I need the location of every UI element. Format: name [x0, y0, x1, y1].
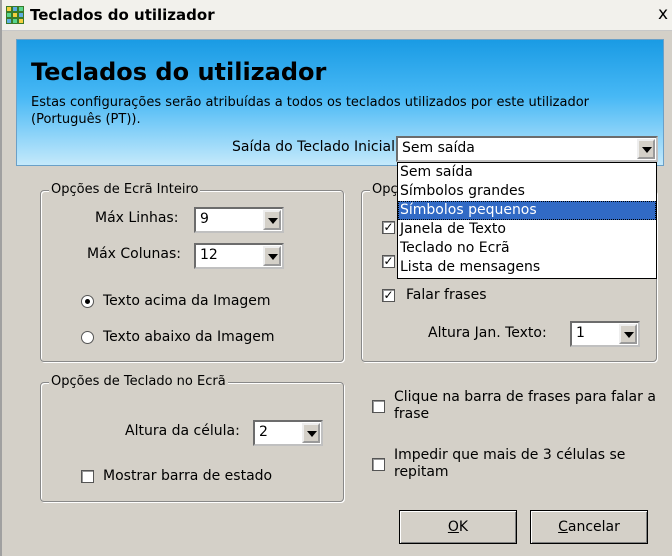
output-select[interactable]: Sem saída: [396, 136, 658, 162]
radio-text-below[interactable]: [81, 331, 94, 344]
text-height-value: 1: [576, 325, 585, 341]
text-window-checkbox-2[interactable]: ✓: [382, 255, 395, 268]
output-dropdown-list: Sem saída Símbolos grandes Símbolos pequ…: [397, 162, 657, 279]
dialog-window: Teclados do utilizador x Teclados do uti…: [0, 0, 672, 556]
max-rows-label: Máx Linhas:: [95, 210, 179, 226]
dropdown-option-highlighted[interactable]: Símbolos pequenos: [398, 201, 656, 220]
max-rows-value: 9: [200, 211, 209, 227]
window-title: Teclados do utilizador: [30, 6, 215, 24]
onscreen-keyboard-group: Opções de Teclado no Ecrã Altura da célu…: [40, 374, 344, 502]
header-title: Teclados do utilizador: [31, 58, 327, 86]
onscreen-legend: Opções de Teclado no Ecrã: [49, 374, 228, 389]
max-cols-label: Máx Colunas:: [87, 246, 181, 262]
dropdown-arrow-icon[interactable]: [619, 324, 637, 344]
cell-height-label: Altura da célula:: [125, 423, 240, 439]
max-cols-select[interactable]: 12: [194, 243, 284, 269]
header-panel: Teclados do utilizador Estas configuraçõ…: [16, 39, 664, 166]
click-phrase-bar-label: Clique na barra de frases para falar a f…: [394, 389, 656, 422]
dropdown-arrow-icon[interactable]: [637, 139, 655, 159]
cell-height-value: 2: [259, 424, 268, 440]
cancel-button[interactable]: Cancelar: [530, 510, 648, 544]
radio-text-below-label: Texto abaixo da Imagem: [103, 329, 275, 345]
status-bar-label: Mostrar barra de estado: [103, 468, 273, 484]
max-cols-value: 12: [200, 247, 218, 263]
dropdown-option[interactable]: Sem saída: [398, 163, 656, 182]
dropdown-arrow-icon[interactable]: [263, 246, 281, 266]
dropdown-option[interactable]: Símbolos grandes: [398, 182, 656, 201]
max-rows-select[interactable]: 9: [194, 207, 284, 233]
dropdown-arrow-icon[interactable]: [302, 423, 320, 443]
radio-text-above[interactable]: [81, 295, 94, 308]
header-description: Estas configurações serão atribuídas a t…: [31, 95, 590, 127]
keyboard-grid-icon: [6, 6, 24, 24]
output-label: Saída do Teclado Inicial:: [232, 139, 400, 155]
status-bar-checkbox[interactable]: [81, 470, 94, 483]
prevent-repeat-checkbox[interactable]: [372, 458, 385, 471]
text-height-select[interactable]: 1: [570, 321, 640, 347]
text-window-legend: Opç: [370, 182, 400, 197]
title-bar: Teclados do utilizador x: [2, 0, 672, 31]
text-window-checkbox-1[interactable]: ✓: [382, 221, 395, 234]
prevent-repeat-label: Impedir que mais de 3 células se repitam: [394, 447, 626, 480]
dropdown-arrow-icon[interactable]: [263, 210, 281, 230]
fullscreen-options-group: Opções de Ecrã Inteiro Máx Linhas: 9 Máx…: [40, 182, 344, 362]
dropdown-option[interactable]: Lista de mensagens: [398, 258, 656, 277]
dropdown-option[interactable]: Teclado no Ecrã: [398, 239, 656, 258]
text-height-label: Altura Jan. Texto:: [428, 325, 547, 341]
radio-text-above-label: Texto acima da Imagem: [103, 293, 271, 309]
output-select-value: Sem saída: [402, 140, 475, 156]
click-phrase-bar-checkbox[interactable]: [372, 400, 385, 413]
dropdown-option[interactable]: Janela de Texto: [398, 220, 656, 239]
cell-height-select[interactable]: 2: [253, 420, 323, 446]
ok-button[interactable]: OK: [399, 510, 517, 544]
speak-phrases-label: Falar frases: [406, 287, 487, 303]
close-button[interactable]: x: [652, 3, 672, 25]
fullscreen-legend: Opções de Ecrã Inteiro: [49, 182, 201, 197]
speak-phrases-checkbox[interactable]: ✓: [382, 289, 395, 302]
